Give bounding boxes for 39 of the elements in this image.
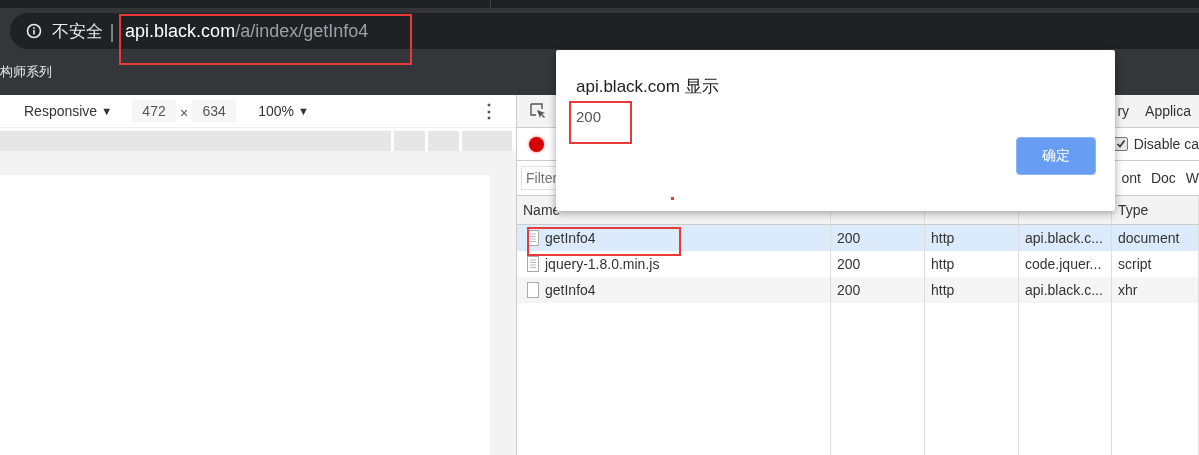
device-dropdown[interactable]: Responsive	[24, 103, 98, 119]
separator: |	[109, 20, 116, 42]
table-cell: xhr	[1112, 277, 1199, 303]
info-icon[interactable]	[26, 23, 42, 39]
bookmark-item[interactable]: 构师系列	[0, 63, 52, 81]
width-field[interactable]: 472	[132, 100, 177, 122]
request-row[interactable]: getInfo4 200 http api.black.c... document	[517, 225, 1199, 251]
table-cell: jquery-1.8.0.min.js	[545, 256, 660, 272]
zoom-dropdown[interactable]: 100%	[258, 103, 295, 119]
document-icon	[527, 230, 539, 246]
times-sign: ×	[180, 105, 189, 121]
media-query-bar	[462, 131, 512, 151]
address-bar[interactable]: 不安全 | api.black.com/a/index/getInfo4	[10, 13, 1199, 49]
record-button[interactable]	[529, 136, 544, 152]
highlight-box	[569, 101, 632, 144]
blank-file-icon	[527, 282, 539, 298]
dialog-title: api.black.com 显示	[576, 76, 720, 98]
more-menu-button[interactable]: ⋮	[480, 100, 498, 122]
type-filter[interactable]: W	[1185, 170, 1199, 186]
security-label: 不安全	[52, 19, 103, 43]
inspect-cursor-icon[interactable]	[529, 102, 547, 120]
table-cell: getInfo4	[545, 282, 596, 298]
url-text[interactable]: api.black.com/a/index/getInfo4	[125, 20, 369, 42]
devtools-tab[interactable]: Applica	[1137, 103, 1199, 119]
media-query-bar	[428, 131, 459, 151]
table-cell: 200	[831, 277, 925, 303]
checkbox-label: Disable ca	[1133, 136, 1199, 152]
caret-icon: ▼	[298, 105, 309, 117]
table-cell: api.black.c...	[1019, 277, 1112, 303]
request-row[interactable]: getInfo4 200 http api.black.c... xhr	[517, 277, 1199, 303]
media-query-bar	[394, 131, 425, 151]
caret-icon: ▼	[101, 105, 113, 117]
document-icon	[527, 256, 539, 272]
type-filter[interactable]: Doc	[1150, 170, 1176, 186]
table-cell: getInfo4	[545, 230, 596, 246]
table-cell: http	[925, 277, 1019, 303]
dialog-message: 200	[576, 108, 603, 125]
height-field[interactable]: 634	[192, 100, 237, 122]
type-filter[interactable]: ont	[1121, 170, 1141, 186]
